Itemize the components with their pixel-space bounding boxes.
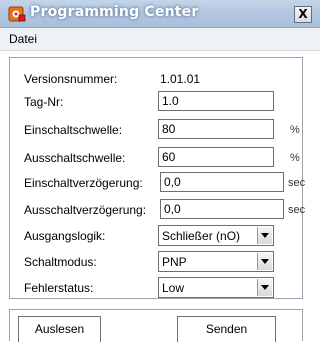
- switch-mode-select[interactable]: PNP: [158, 251, 274, 272]
- chevron-down-icon[interactable]: [257, 279, 272, 296]
- read-button[interactable]: Auslesen: [18, 316, 101, 342]
- chevron-down-icon[interactable]: [257, 227, 272, 244]
- version-value: 1.01.01: [160, 72, 201, 86]
- version-row: Versionsnummer: 1.01.01: [10, 68, 302, 90]
- output-logic-value: Schließer (nO): [162, 229, 241, 243]
- switch-mode-value: PNP: [162, 255, 187, 269]
- send-button[interactable]: Senden: [177, 316, 276, 342]
- output-logic-label: Ausgangslogik:: [24, 229, 106, 243]
- switch-off-threshold-row: Ausschaltschwelle: %: [10, 147, 302, 169]
- programming-center-icon: [8, 6, 26, 22]
- switch-on-delay-label: Einschaltverzögerung:: [24, 176, 143, 190]
- switch-off-threshold-unit: %: [290, 152, 300, 164]
- menu-item-datei[interactable]: Datei: [9, 32, 37, 46]
- window-title: Programming Center: [30, 4, 199, 20]
- title-bar: Programming Center X: [0, 0, 320, 28]
- error-status-value: Low: [162, 281, 185, 295]
- action-bar: Auslesen Senden: [9, 309, 303, 342]
- close-button[interactable]: X: [294, 6, 312, 23]
- switch-off-delay-input[interactable]: [160, 199, 284, 219]
- switch-on-delay-unit: sec: [288, 177, 306, 189]
- error-status-row: Fehlerstatus: Low: [10, 277, 302, 299]
- chevron-down-icon[interactable]: [257, 253, 272, 270]
- error-status-label: Fehlerstatus:: [24, 281, 94, 295]
- switch-on-delay-input[interactable]: [160, 172, 284, 192]
- switch-mode-label: Schaltmodus:: [24, 255, 97, 269]
- tag-label: Tag-Nr:: [24, 95, 64, 109]
- switch-off-threshold-label: Ausschaltschwelle:: [24, 151, 126, 165]
- switch-off-delay-row: Ausschaltverzögerung: sec: [10, 199, 306, 221]
- switch-on-threshold-unit: %: [290, 124, 300, 136]
- error-status-select[interactable]: Low: [158, 277, 274, 298]
- switch-off-delay-unit: sec: [288, 204, 306, 216]
- switch-off-threshold-input[interactable]: [158, 147, 274, 167]
- output-logic-select[interactable]: Schließer (nO): [158, 225, 274, 246]
- output-logic-row: Ausgangslogik: Schließer (nO): [10, 225, 302, 247]
- tag-input[interactable]: [158, 91, 274, 111]
- switch-mode-row: Schaltmodus: PNP: [10, 251, 302, 273]
- switch-on-delay-row: Einschaltverzögerung: sec: [10, 172, 306, 194]
- settings-panel: Versionsnummer: 1.01.01 Tag-Nr: Einschal…: [9, 57, 306, 299]
- tag-row: Tag-Nr:: [10, 91, 302, 113]
- menu-bar: Datei: [0, 28, 320, 51]
- version-label: Versionsnummer:: [24, 72, 118, 86]
- switch-on-threshold-label: Einschaltschwelle:: [24, 123, 123, 137]
- switch-on-threshold-input[interactable]: [158, 119, 274, 139]
- switch-on-threshold-row: Einschaltschwelle: %: [10, 119, 302, 141]
- switch-off-delay-label: Ausschaltverzögerung:: [24, 203, 147, 217]
